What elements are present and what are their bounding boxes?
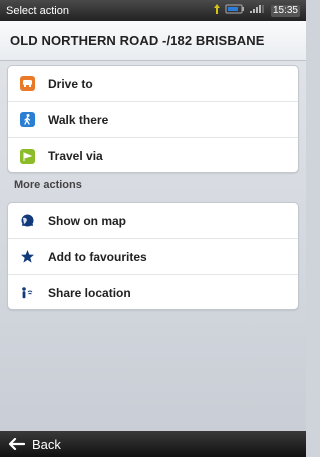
action-list-area: Drive to Walk there Travel via More acti… [0, 61, 306, 431]
back-arrow-icon [9, 438, 25, 450]
section-heading-more-actions: More actions [14, 179, 82, 191]
primary-actions-card: Drive to Walk there Travel via [7, 65, 299, 173]
travel-via-icon [20, 148, 35, 164]
travel-via-label: Travel via [48, 149, 103, 163]
back-label: Back [32, 436, 61, 452]
signal-icon [213, 3, 221, 18]
battery-icon [225, 4, 245, 17]
drive-to-label: Drive to [48, 76, 93, 91]
add-to-favourites-label: Add to favourites [48, 249, 147, 264]
star-icon [20, 249, 35, 264]
share-location-label: Share location [48, 286, 131, 300]
car-icon [20, 76, 35, 91]
walk-there-label: Walk there [48, 112, 109, 127]
share-icon [20, 286, 35, 301]
clock: 15:35 [270, 4, 300, 17]
globe-icon [20, 213, 35, 228]
cellular-signal-icon [249, 4, 267, 17]
back-button[interactable]: Back [0, 431, 306, 457]
more-actions-card: Show on map Add to favourites Share loca… [7, 202, 299, 310]
travel-via-button[interactable]: Travel via [8, 138, 298, 172]
add-to-favourites-button[interactable]: Add to favourites [8, 239, 298, 275]
share-location-button[interactable]: Share location [8, 275, 298, 309]
status-icons: 15:35 [213, 3, 300, 18]
show-on-map-button[interactable]: Show on map [8, 203, 298, 239]
drive-to-button[interactable]: Drive to [8, 66, 298, 102]
walk-there-button[interactable]: Walk there [8, 102, 298, 138]
window-title: Select action [6, 4, 69, 17]
status-bar: Select action 15:35 [0, 0, 306, 21]
show-on-map-label: Show on map [48, 213, 126, 228]
walk-icon [20, 112, 35, 127]
address-header: OLD NORTHERN ROAD -/182 BRISBANE [0, 21, 306, 61]
